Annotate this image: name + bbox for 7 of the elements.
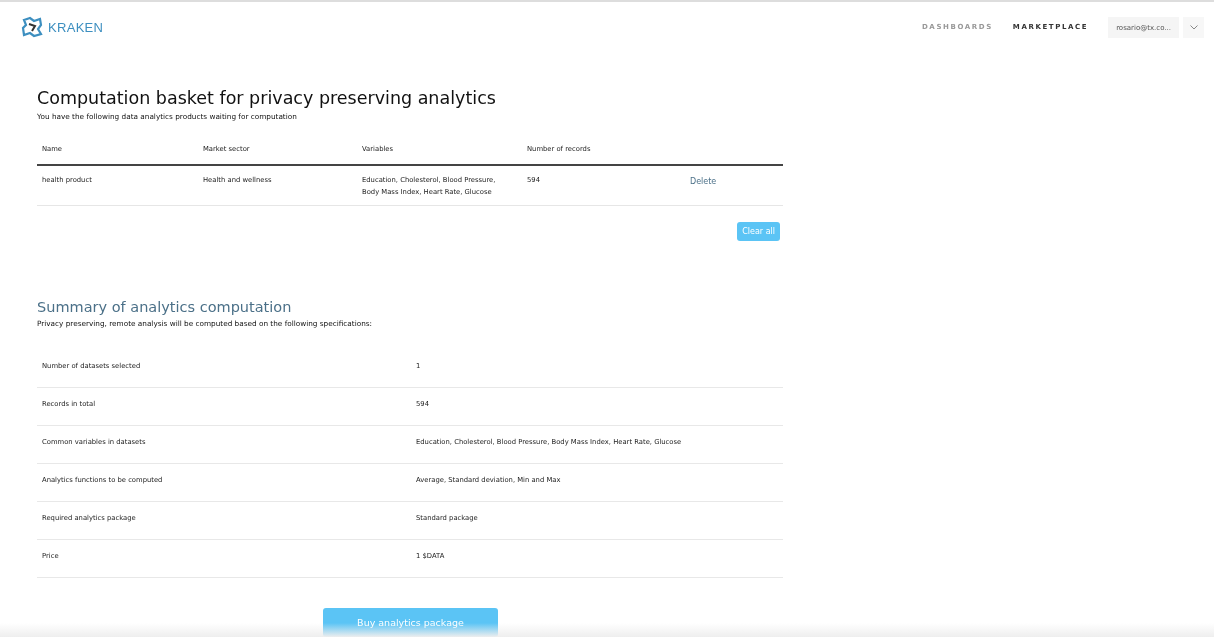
delete-link[interactable]: Delete — [690, 174, 778, 198]
dropdown-button[interactable] — [1183, 16, 1204, 38]
section-title: Summary of analytics computation — [37, 299, 293, 315]
page-title: Computation basket for privacy preserving analytics — [37, 88, 497, 108]
caret-icon — [1189, 24, 1198, 30]
logo-text: KRAKEN — [48, 19, 104, 35]
logo-icon — [20, 16, 44, 38]
